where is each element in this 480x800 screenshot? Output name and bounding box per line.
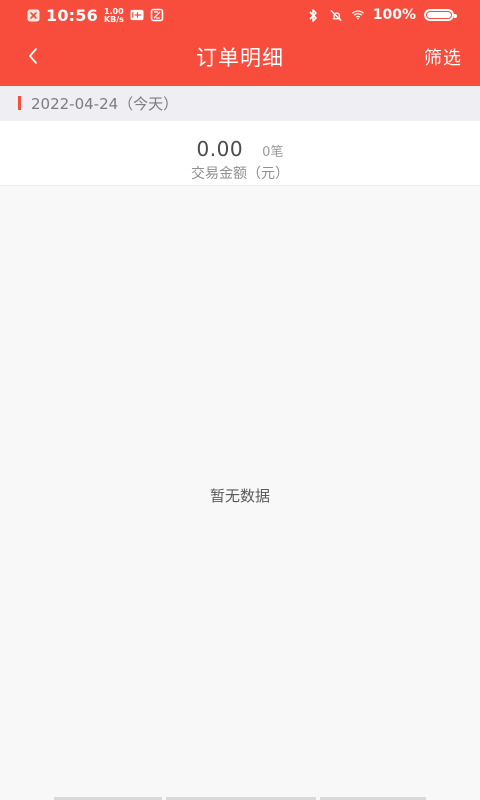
do-not-disturb-off-icon: [329, 8, 343, 22]
battery-icon: [424, 9, 457, 21]
summary-values: 0.00 0笔: [0, 137, 480, 161]
top-bar: 10:56 1.00 KB/s 100% 订单明细 筛选: [0, 0, 480, 86]
bluetooth-icon: [307, 8, 321, 22]
page-title: 订单明细: [196, 46, 284, 70]
network-speed: 1.00 KB/s: [103, 7, 124, 24]
transaction-amount: 0.00: [196, 137, 244, 161]
date-text: 2022-04-24（今天）: [31, 95, 179, 113]
network-speed-unit: KB/s: [103, 14, 124, 24]
wifi-icon: [351, 8, 365, 22]
date-section: 2022-04-24（今天）: [0, 86, 480, 122]
status-bar: 10:56 1.00 KB/s 100%: [0, 0, 480, 30]
volte-icon: [130, 8, 144, 22]
status-right: 100%: [307, 4, 457, 26]
navigation-bar: 订单明细 筛选: [0, 30, 480, 86]
battery-percent: 100%: [372, 7, 416, 23]
transaction-summary: 0.00 0笔 交易金额（元）: [0, 121, 480, 186]
screenshot-icon: [150, 8, 164, 22]
date-accent-marker: [18, 96, 21, 110]
transaction-amount-label: 交易金额（元）: [191, 166, 289, 182]
filter-button[interactable]: 筛选: [424, 44, 462, 70]
status-left: 10:56 1.00 KB/s: [26, 4, 164, 26]
transaction-count: 0笔: [262, 145, 284, 160]
status-time: 10:56: [46, 5, 98, 25]
battery-level: [427, 12, 451, 18]
close-box-icon: [26, 8, 40, 22]
empty-state-text: 暂无数据: [209, 487, 270, 505]
order-details-screen: 10:56 1.00 KB/s 100% 订单明细 筛选 2022-04-24（…: [0, 0, 480, 800]
